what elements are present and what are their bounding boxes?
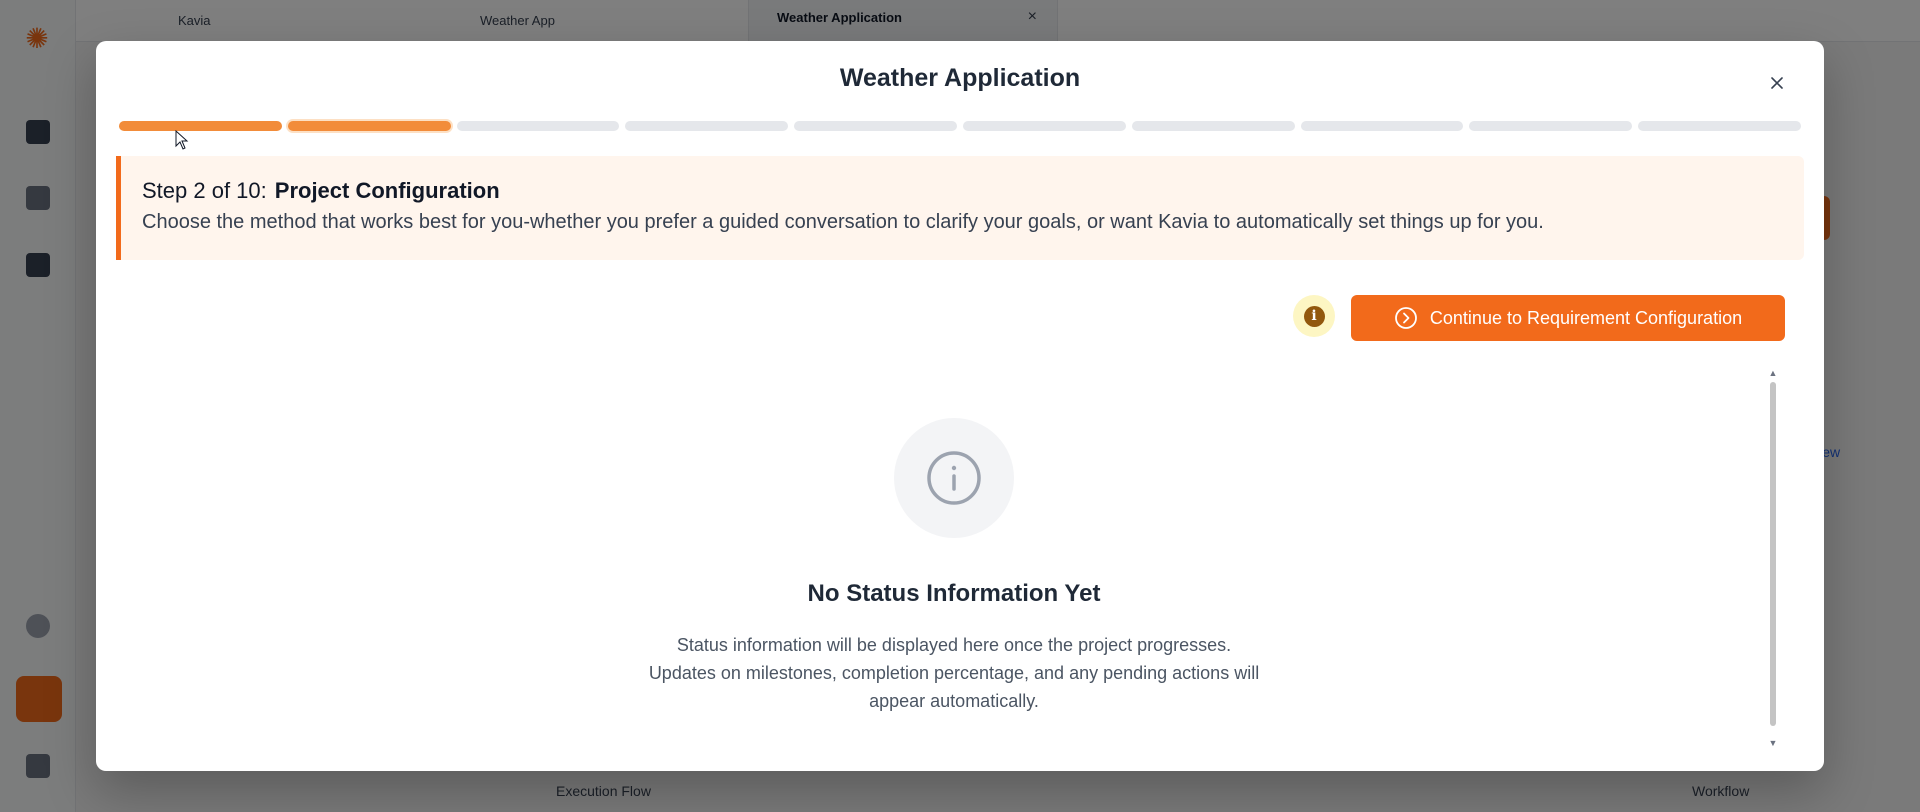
mouse-cursor-icon: [175, 130, 189, 150]
close-icon: [1771, 77, 1783, 89]
progress-step-5[interactable]: [794, 121, 957, 131]
step-heading: Step 2 of 10: Project Configuration: [142, 178, 500, 204]
close-button[interactable]: [1758, 64, 1796, 102]
step-info-banner: Step 2 of 10: Project Configuration Choos…: [116, 156, 1804, 260]
progress-step-2[interactable]: [287, 121, 451, 131]
progress-step-10[interactable]: [1638, 121, 1801, 131]
chevron-right-circle-icon: [1395, 307, 1417, 329]
scroll-down-arrow-icon[interactable]: ▼: [1768, 738, 1778, 748]
continue-button[interactable]: Continue to Requirement Configuration: [1351, 295, 1785, 341]
project-setup-modal: Weather Application Step 2 of 10: Project…: [96, 41, 1824, 771]
continue-button-label: Continue to Requirement Configuration: [1429, 307, 1743, 328]
progress-step-1[interactable]: [119, 121, 282, 131]
empty-state-title: No Status Information Yet: [807, 580, 1101, 607]
empty-state-description: Status information will be displayed her…: [96, 631, 1812, 715]
step-description: Choose the method that works best for yo…: [142, 211, 1544, 233]
scroll-up-arrow-icon[interactable]: ▲: [1768, 368, 1778, 378]
empty-state-line: appear automatically.: [869, 691, 1039, 711]
progress-step-7[interactable]: [1131, 121, 1295, 131]
info-button[interactable]: i: [1293, 295, 1335, 337]
empty-state-icon-wrapper: [894, 418, 1014, 538]
progress-step-6[interactable]: [962, 121, 1126, 131]
info-icon: i: [1303, 305, 1325, 327]
progress-step-3[interactable]: [456, 121, 620, 131]
modal-title: Weather Application: [839, 64, 1081, 92]
empty-state-line: Status information will be displayed her…: [676, 635, 1232, 655]
progress-step-9[interactable]: [1469, 121, 1633, 131]
step-number: Step 2 of 10:: [142, 178, 267, 203]
step-name: Project Configuration: [274, 178, 500, 203]
info-circle-icon: [927, 451, 981, 505]
empty-state-line: Updates on milestones, completion percen…: [648, 663, 1260, 683]
progress-step-8[interactable]: [1300, 121, 1464, 131]
progress-stepper: [119, 121, 1801, 131]
progress-step-4[interactable]: [625, 121, 789, 131]
